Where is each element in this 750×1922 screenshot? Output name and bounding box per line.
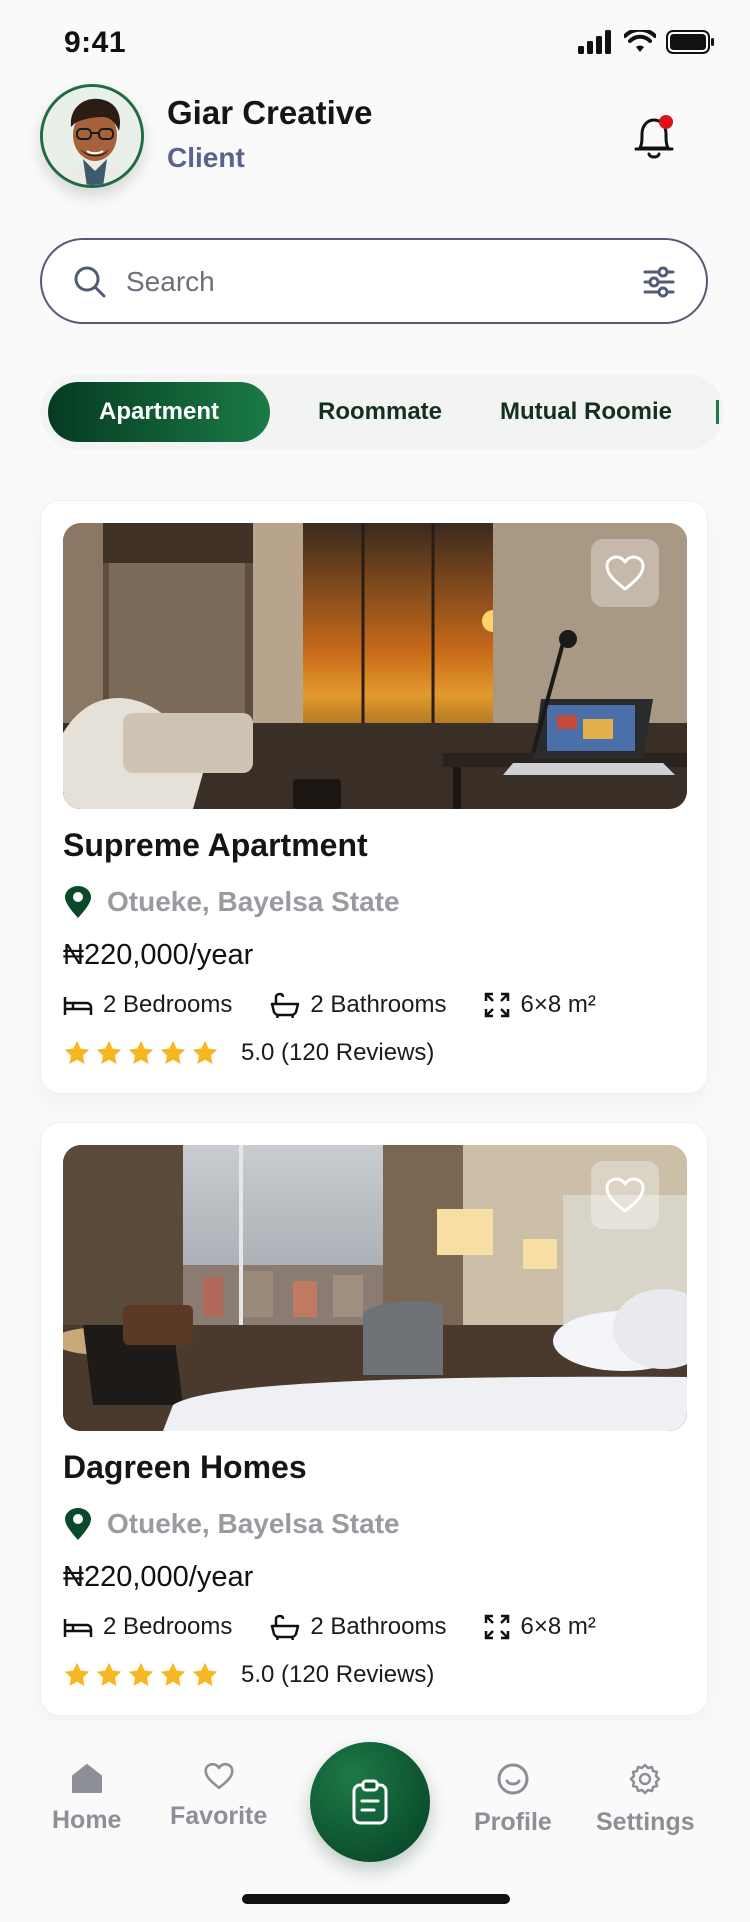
nav-home-label: Home (52, 1806, 122, 1834)
heart-icon (605, 1177, 645, 1213)
filter-icon[interactable] (642, 264, 676, 300)
heart-icon (605, 555, 645, 591)
bedrooms-text: 2 Bedrooms (103, 1613, 233, 1640)
star-icon (64, 1662, 90, 1686)
heart-icon (204, 1762, 234, 1790)
expand-icon (485, 1614, 510, 1640)
nav-profile-label: Profile (474, 1808, 552, 1836)
category-tabs: Apartment Roommate Mutual Roomie (40, 374, 724, 450)
listing-location: Otueke, Bayelsa State (63, 885, 400, 919)
favorite-button[interactable] (591, 1161, 659, 1229)
bathrooms-text: 2 Bathrooms (310, 1613, 447, 1640)
listing-photo (63, 1145, 687, 1431)
star-icon (64, 1040, 90, 1064)
star-icon (160, 1662, 186, 1686)
listing-price: ₦220,000/year (63, 1561, 254, 1593)
search-icon (74, 266, 106, 298)
feature-size: 6×8 m² (484, 1613, 596, 1641)
feature-bedrooms: 2 Bedrooms (63, 1613, 232, 1641)
clipboard-button[interactable] (310, 1742, 430, 1862)
header: Giar Creative Client (0, 82, 750, 192)
expand-icon (485, 992, 510, 1018)
home-indicator (242, 1894, 510, 1904)
size-text: 6×8 m² (520, 1613, 596, 1640)
listing-card[interactable]: Dagreen Homes Otueke, Bayelsa State ₦220… (40, 1122, 708, 1716)
star-icon (192, 1662, 218, 1686)
location-text: Otueke, Bayelsa State (107, 1508, 400, 1539)
star-rating (63, 1661, 223, 1689)
listing-title: Supreme Apartment (63, 827, 368, 863)
star-icon (96, 1662, 122, 1686)
user-name: Giar Creative (167, 94, 373, 131)
avatar[interactable] (40, 84, 144, 188)
home-icon (71, 1764, 102, 1793)
favorite-button[interactable] (591, 539, 659, 607)
star-icon (160, 1040, 186, 1064)
feature-bathrooms: 2 Bathrooms (270, 991, 446, 1019)
notification-button[interactable] (630, 112, 678, 162)
size-text: 6×8 m² (520, 991, 596, 1018)
listing-rating: 5.0 (120 Reviews) (63, 1661, 434, 1689)
bathtub-icon (271, 1614, 300, 1640)
listing-card[interactable]: Supreme Apartment Otueke, Bayelsa State … (40, 500, 708, 1094)
feature-size: 6×8 m² (484, 991, 596, 1019)
listing-features: 2 Bedrooms 2 Bathrooms 6×8 m² (63, 1613, 634, 1641)
location-text: Otueke, Bayelsa State (107, 886, 400, 917)
nav-profile[interactable]: Profile (474, 1762, 552, 1837)
smiley-icon (497, 1763, 529, 1795)
search-input[interactable]: Search (126, 266, 215, 298)
listing-price: ₦220,000/year (63, 939, 254, 971)
bathrooms-text: 2 Bathrooms (310, 991, 447, 1018)
listing-features: 2 Bedrooms 2 Bathrooms 6×8 m² (63, 991, 634, 1019)
signal-icon (578, 30, 611, 54)
avatar-image (43, 87, 141, 185)
feature-bedrooms: 2 Bedrooms (63, 991, 232, 1019)
nav-favorite[interactable]: Favorite (170, 1762, 267, 1831)
battery-icon (666, 30, 714, 54)
nav-settings-label: Settings (596, 1808, 695, 1836)
listing-photo (63, 523, 687, 809)
wifi-icon (624, 30, 656, 52)
listing-location: Otueke, Bayelsa State (63, 1507, 400, 1541)
star-icon (192, 1040, 218, 1064)
bed-icon (63, 997, 93, 1015)
listing-rating: 5.0 (120 Reviews) (63, 1039, 434, 1067)
tab-scroll-indicator (716, 400, 719, 424)
clipboard-icon (352, 1779, 388, 1825)
bottom-nav: Home Favorite Profile Settings (0, 1720, 750, 1922)
nav-home[interactable]: Home (52, 1762, 121, 1835)
feature-bathrooms: 2 Bathrooms (270, 1613, 446, 1641)
bathtub-icon (271, 992, 300, 1018)
star-icon (128, 1662, 154, 1686)
star-rating (63, 1039, 223, 1067)
search-bar[interactable]: Search (40, 238, 708, 324)
status-bar: 9:41 (0, 0, 750, 90)
rating-text: 5.0 (120 Reviews) (241, 1039, 435, 1066)
star-icon (128, 1040, 154, 1064)
rating-text: 5.0 (120 Reviews) (241, 1661, 435, 1688)
listing-title: Dagreen Homes (63, 1449, 307, 1485)
tab-roommate[interactable]: Roommate (280, 382, 480, 442)
tab-mutual-roomie[interactable]: Mutual Roomie (500, 382, 714, 442)
star-icon (96, 1040, 122, 1064)
bell-icon (634, 115, 674, 159)
status-icons (578, 30, 716, 54)
nav-favorite-label: Favorite (170, 1802, 268, 1830)
gear-icon (630, 1763, 661, 1795)
notification-dot (659, 115, 673, 129)
tab-apartment[interactable]: Apartment (48, 382, 270, 442)
bed-icon (63, 1619, 93, 1637)
bedrooms-text: 2 Bedrooms (103, 991, 233, 1018)
location-pin-icon (65, 886, 91, 918)
nav-settings[interactable]: Settings (596, 1762, 695, 1837)
status-time: 9:41 (64, 26, 127, 59)
location-pin-icon (65, 1508, 91, 1540)
user-role: Client (167, 142, 245, 173)
